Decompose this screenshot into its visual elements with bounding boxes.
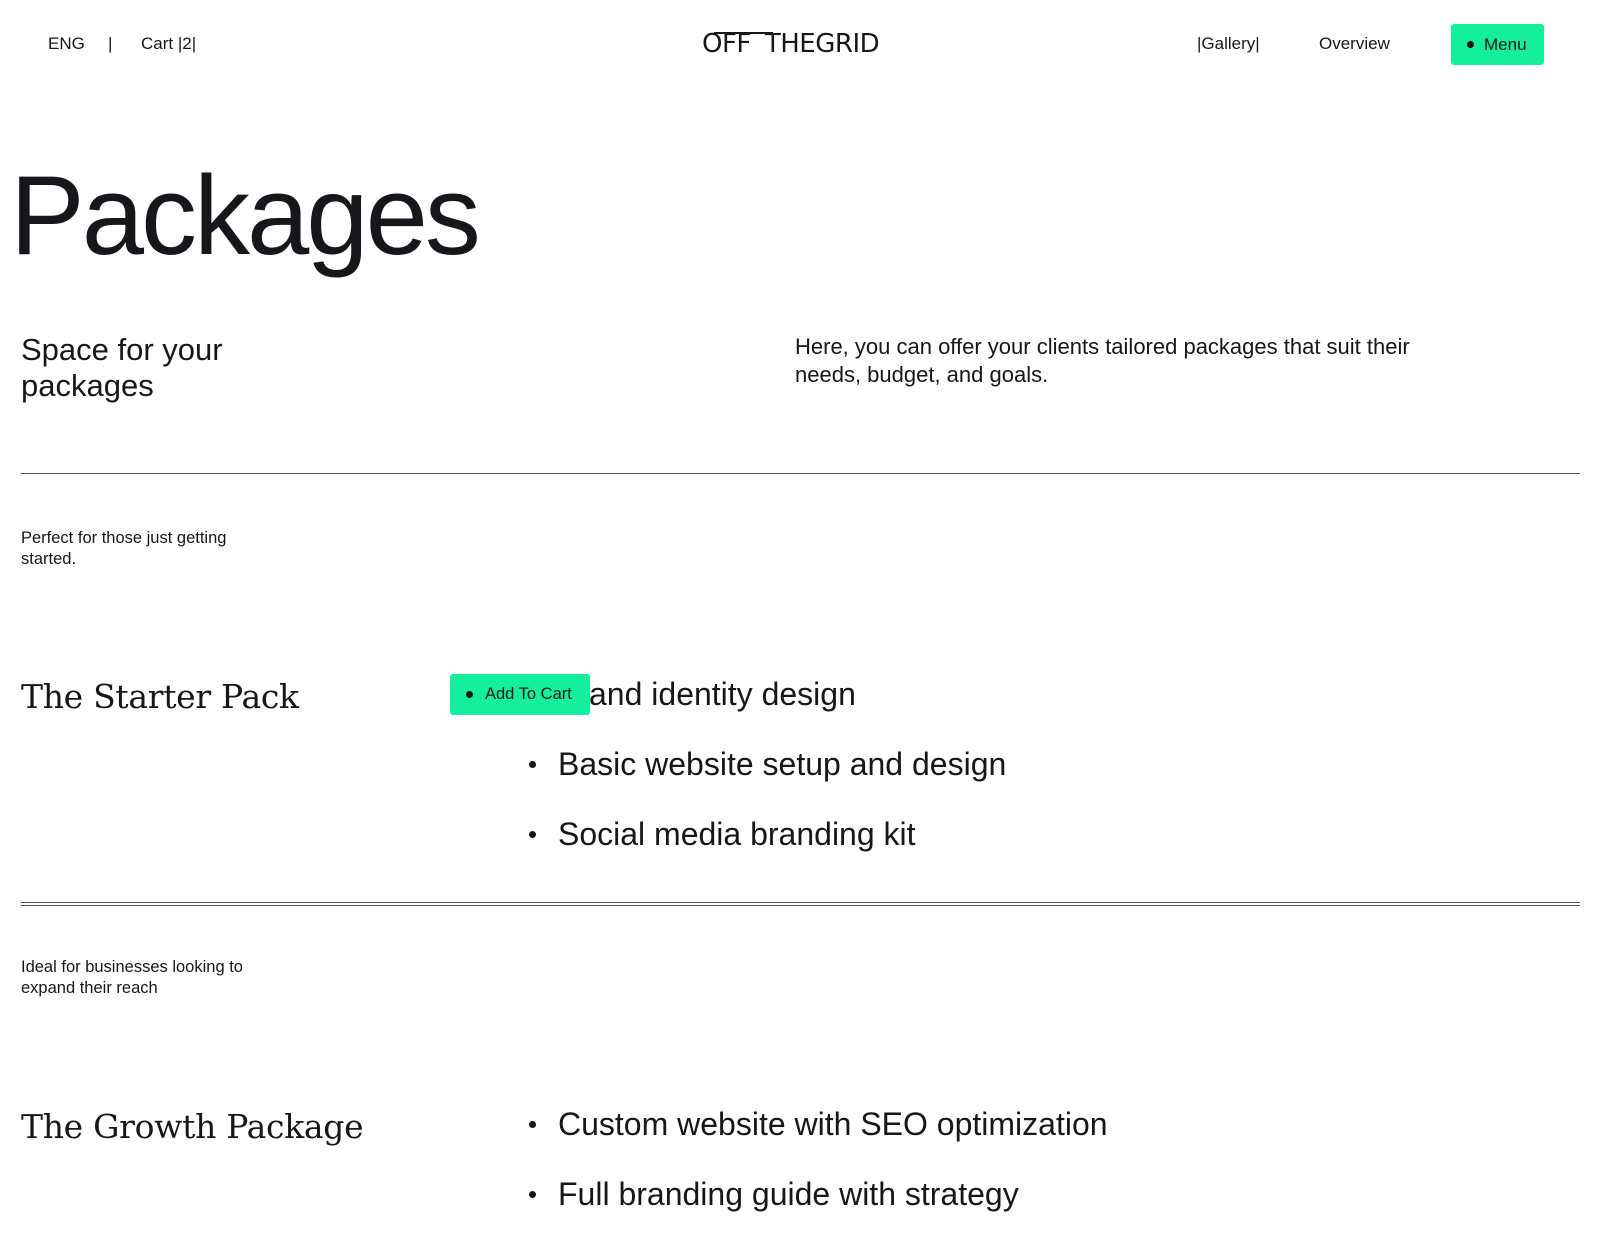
section-description: Here, you can offer your clients tailore… bbox=[795, 334, 1410, 387]
logo-part-off: OFF bbox=[702, 29, 773, 59]
page-title: Packages bbox=[10, 153, 481, 278]
site-logo[interactable]: OFF THEGRID bbox=[702, 29, 880, 59]
bullet-icon bbox=[529, 1121, 536, 1128]
package-feature: and identity design bbox=[589, 676, 856, 713]
section-subtitle-line-1: Space for your bbox=[21, 332, 223, 367]
package-tagline: Ideal for businesses looking to expand t… bbox=[21, 958, 243, 997]
bullet-icon bbox=[529, 831, 536, 838]
package-tagline: Perfect for those just getting started. bbox=[21, 529, 227, 568]
logo-part-thegrid: THEGRID bbox=[764, 29, 880, 59]
cart-link[interactable]: Cart |2| bbox=[141, 34, 196, 54]
menu-button[interactable]: Menu bbox=[1451, 24, 1544, 65]
package-feature-text: Full branding guide with strategy bbox=[558, 1176, 1019, 1212]
add-to-cart-label: Add To Cart bbox=[485, 685, 572, 703]
divider bbox=[21, 473, 1580, 474]
package-title: The Growth Package bbox=[21, 1107, 364, 1146]
package-feature-text: and identity design bbox=[589, 676, 856, 712]
divider bbox=[21, 905, 1580, 906]
package-feature-text: Social media branding kit bbox=[558, 816, 916, 852]
section-subtitle: Space for your packages bbox=[21, 332, 223, 404]
bullet-icon bbox=[529, 1191, 536, 1198]
package-title: The Starter Pack bbox=[21, 677, 299, 716]
section-subtitle-line-2: packages bbox=[21, 368, 154, 403]
gallery-link[interactable]: |Gallery| bbox=[1197, 34, 1260, 54]
language-selector[interactable]: ENG bbox=[48, 34, 85, 54]
package-feature-text: Custom website with SEO optimization bbox=[558, 1106, 1108, 1142]
package-feature: Social media branding kit bbox=[529, 816, 916, 853]
nav-separator: | bbox=[108, 34, 113, 53]
menu-button-label: Menu bbox=[1484, 34, 1527, 54]
cart-dot-icon bbox=[466, 691, 473, 698]
package-feature: Full branding guide with strategy bbox=[529, 1176, 1019, 1213]
overview-link[interactable]: Overview bbox=[1319, 34, 1390, 54]
add-to-cart-button[interactable]: Add To Cart bbox=[450, 674, 590, 715]
divider bbox=[21, 902, 1580, 903]
package-feature-text: Basic website setup and design bbox=[558, 746, 1007, 782]
package-feature: Custom website with SEO optimization bbox=[529, 1106, 1108, 1143]
package-feature: Basic website setup and design bbox=[529, 746, 1006, 783]
bullet-icon bbox=[529, 761, 536, 768]
menu-dot-icon bbox=[1467, 41, 1474, 48]
